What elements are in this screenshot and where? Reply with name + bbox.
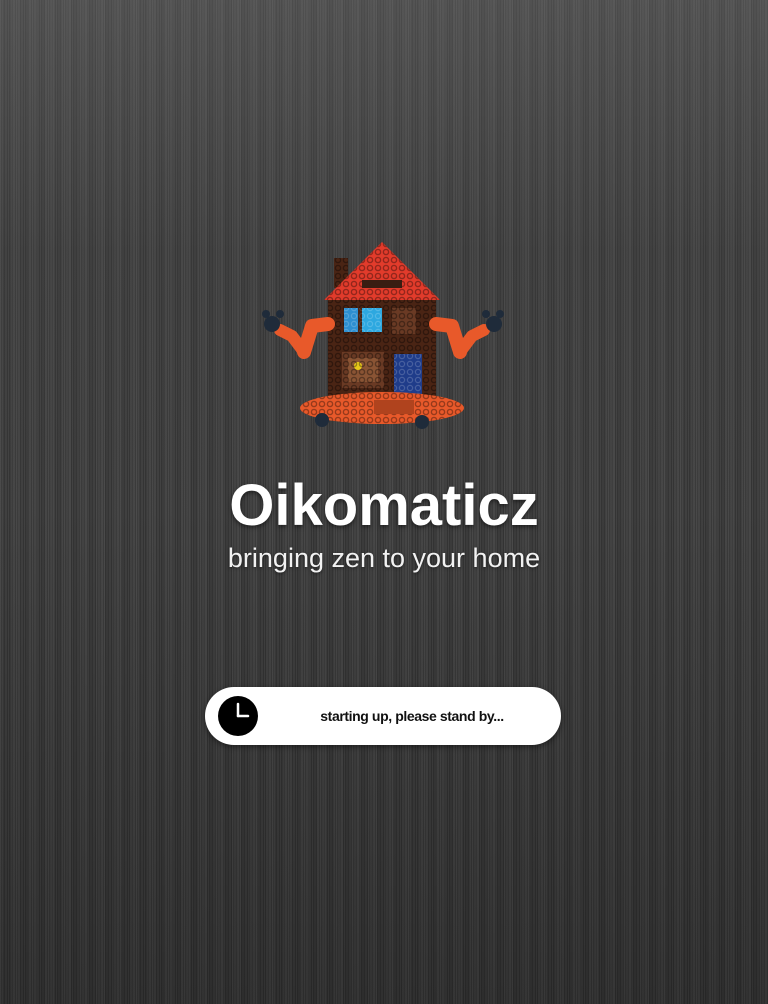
app-title: Oikomaticz (229, 473, 539, 538)
window-shape (344, 308, 416, 334)
lower-window-shape (342, 352, 384, 388)
status-message: starting up, please stand by... (320, 708, 504, 724)
clock-icon (218, 696, 258, 736)
startup-status-bar: starting up, please stand by... (205, 687, 561, 745)
app-tagline: bringing zen to your home (227, 543, 541, 573)
legs-shape (300, 392, 464, 429)
meditating-house-mascot-icon (262, 240, 506, 432)
